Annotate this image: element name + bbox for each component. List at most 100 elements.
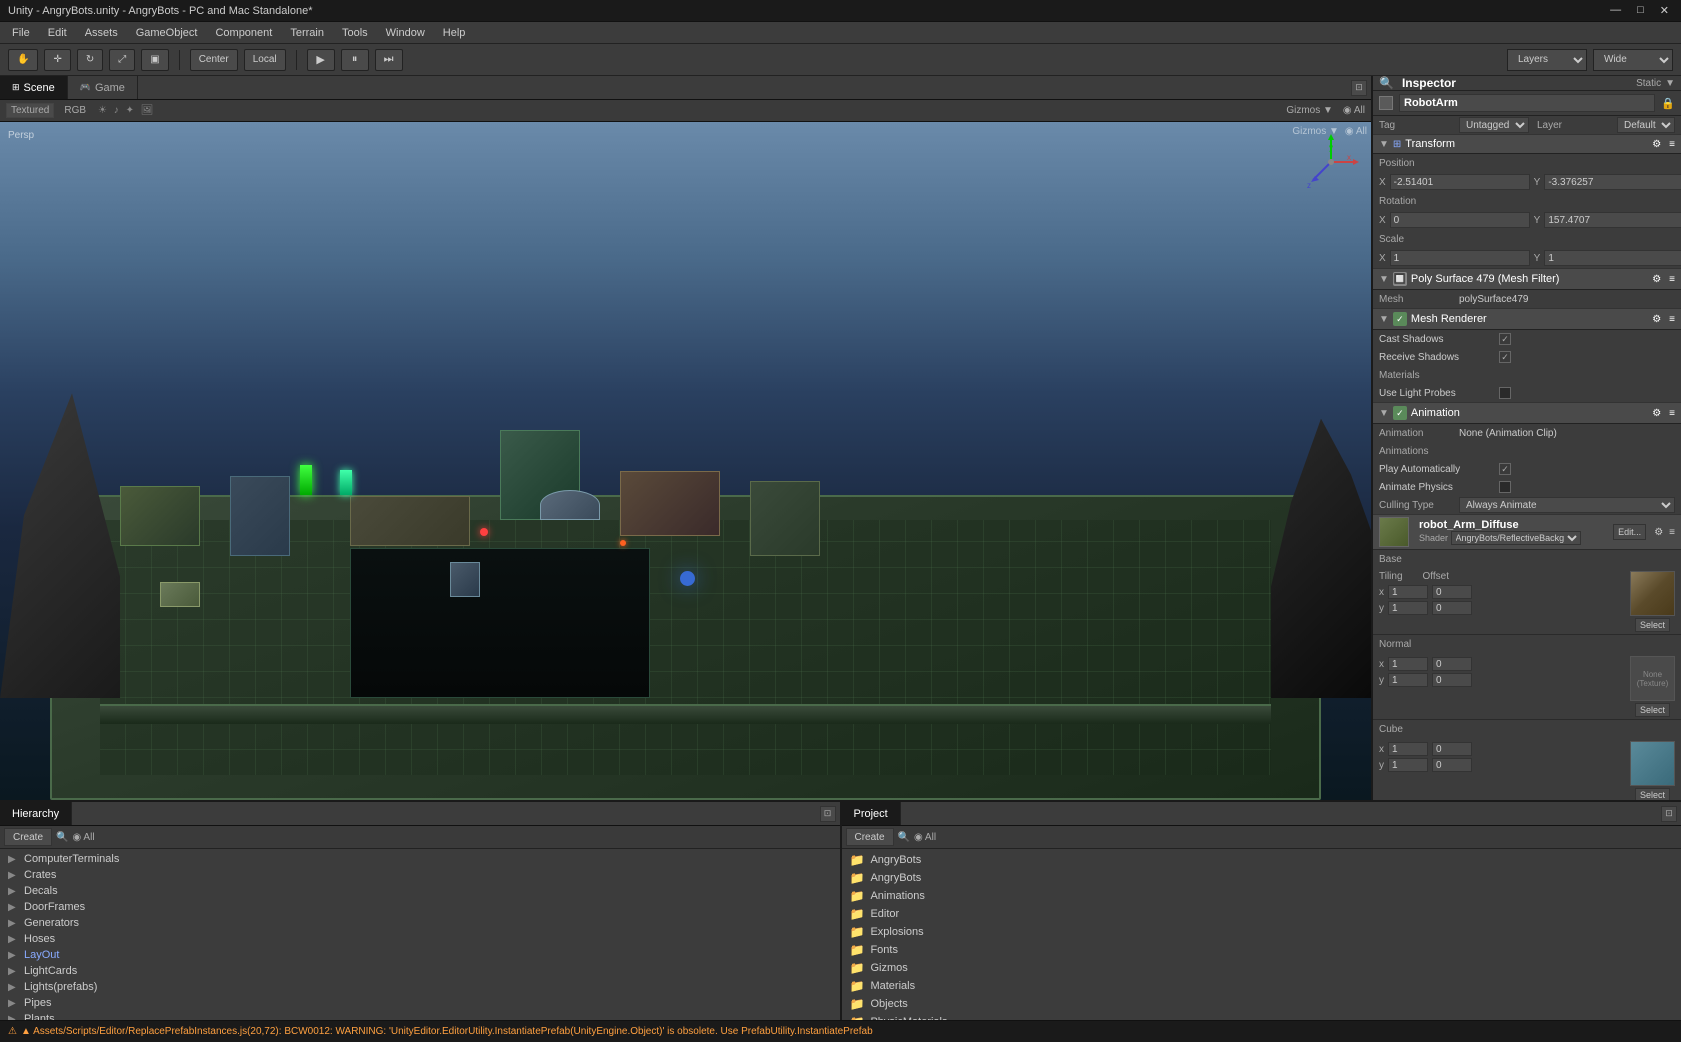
proj-item-objects[interactable]: 📁 Objects [842,995,1681,1013]
pos-x-input[interactable] [1390,174,1530,190]
proj-item-gizmos[interactable]: 📁 Gizmos [842,959,1681,977]
menu-window[interactable]: Window [378,25,433,41]
image-icon[interactable]: 🖼 [139,105,156,116]
base-tile-x[interactable] [1388,585,1428,599]
culling-select[interactable]: Always Animate [1459,497,1675,513]
layers-dropdown[interactable]: Layers [1507,49,1587,71]
render-mode[interactable]: Textured [6,103,54,118]
rotate-tool[interactable]: ↻ [77,49,103,71]
rgb-mode[interactable]: RGB [64,105,86,116]
menu-gameobject[interactable]: GameObject [128,25,206,41]
play-auto-checkbox[interactable] [1499,463,1511,475]
base-texture-thumb[interactable] [1630,571,1675,616]
menu-file[interactable]: File [4,25,38,41]
cube-tile-y[interactable] [1388,758,1428,772]
project-all-btn[interactable]: ◉ All [914,832,936,843]
hier-item-lightcards[interactable]: ▶ LightCards [0,963,840,979]
mesh-filter-gear[interactable]: ⚙ [1652,274,1661,285]
base-off-x[interactable] [1432,585,1472,599]
hier-item-lights[interactable]: ▶ Lights(prefabs) [0,979,840,995]
project-maximize[interactable]: ⊡ [1661,806,1677,822]
mesh-filter-options[interactable]: ≡ [1669,274,1675,285]
static-dropdown-icon[interactable]: ▼ [1665,78,1675,89]
proj-item-physmaterials[interactable]: 📁 PhysicMaterials [842,1013,1681,1020]
maximize-icon[interactable]: □ [1633,4,1648,17]
move-tool[interactable]: ✛ [44,49,70,71]
cube-texture-thumb[interactable] [1630,741,1675,786]
menu-component[interactable]: Component [207,25,280,41]
menu-tools[interactable]: Tools [334,25,376,41]
normal-off-y[interactable] [1432,673,1472,687]
material-gear[interactable]: ⚙ [1654,527,1663,538]
proj-item-angrybots1[interactable]: 📁 AngryBots [842,851,1681,869]
pause-button[interactable]: ⏸ [341,49,369,71]
hier-item-doorframes[interactable]: ▶ DoorFrames [0,899,840,915]
hierarchy-maximize[interactable]: ⊡ [820,806,836,822]
hier-item-plants[interactable]: ▶ Plants [0,1011,840,1020]
normal-texture-thumb[interactable]: None(Texture) [1630,656,1675,701]
menu-help[interactable]: Help [435,25,474,41]
mesh-renderer-header[interactable]: ▼ ✓ Mesh Renderer ⚙ ≡ [1373,308,1681,330]
menu-assets[interactable]: Assets [77,25,126,41]
close-icon[interactable]: ✕ [1656,4,1673,17]
hier-item-crates[interactable]: ▶ Crates [0,867,840,883]
transform-header[interactable]: ▼ ⊞ Transform ⚙ ≡ [1373,134,1681,154]
animation-header[interactable]: ▼ ✓ Animation ⚙ ≡ [1373,402,1681,424]
hier-item-hoses[interactable]: ▶ Hoses [0,931,840,947]
animation-options[interactable]: ≡ [1669,408,1675,419]
tag-select[interactable]: Untagged [1459,117,1529,133]
cube-off-y[interactable] [1432,758,1472,772]
layout-dropdown[interactable]: Wide [1593,49,1673,71]
tab-scene[interactable]: ⊞ Scene [0,76,68,99]
hand-tool[interactable]: ✋ [8,49,38,71]
rot-y-input[interactable] [1544,212,1681,228]
tab-project[interactable]: Project [842,802,901,825]
scale-x-input[interactable] [1390,250,1530,266]
layer-select[interactable]: Default [1617,117,1675,133]
proj-item-materials[interactable]: 📁 Materials [842,977,1681,995]
local-button[interactable]: Local [244,49,286,71]
hier-item-decals[interactable]: ▶ Decals [0,883,840,899]
hier-item-generators[interactable]: ▶ Generators [0,915,840,931]
tab-game[interactable]: 🎮 Game [68,76,138,99]
animation-gear[interactable]: ⚙ [1652,408,1661,419]
normal-tile-x[interactable] [1388,657,1428,671]
proj-item-angrybots2[interactable]: 📁 AngryBots [842,869,1681,887]
hier-item-pipes[interactable]: ▶ Pipes [0,995,840,1011]
all-btn[interactable]: ◉ All [1343,105,1365,116]
scale-y-input[interactable] [1544,250,1681,266]
hierarchy-create-btn[interactable]: Create [4,828,52,846]
scene-maximize[interactable]: ⊡ [1351,80,1367,96]
cube-tile-x[interactable] [1388,742,1428,756]
mesh-filter-header[interactable]: ▼ 🔲 Poly Surface 479 (Mesh Filter) ⚙ ≡ [1373,268,1681,290]
cast-shadows-checkbox[interactable] [1499,333,1511,345]
menu-edit[interactable]: Edit [40,25,75,41]
menu-terrain[interactable]: Terrain [282,25,332,41]
object-name-input[interactable] [1399,94,1655,112]
object-active-checkbox[interactable] [1379,96,1393,110]
normal-off-x[interactable] [1432,657,1472,671]
proj-item-editor[interactable]: 📁 Editor [842,905,1681,923]
scale-tool[interactable]: ⤢ [109,49,135,71]
play-button[interactable]: ▶ [307,49,335,71]
tab-hierarchy[interactable]: Hierarchy [0,802,72,825]
base-tile-y[interactable] [1388,601,1428,615]
mesh-renderer-options[interactable]: ≡ [1669,314,1675,325]
center-button[interactable]: Center [190,49,238,71]
light-probes-checkbox[interactable] [1499,387,1511,399]
proj-item-animations[interactable]: 📁 Animations [842,887,1681,905]
hier-item-computer-terminals[interactable]: ▶ ComputerTerminals [0,851,840,867]
hier-item-layout[interactable]: ▶ LayOut [0,947,840,963]
lock-icon[interactable]: 🔒 [1661,97,1675,110]
rot-x-input[interactable] [1390,212,1530,228]
effects-icon[interactable]: ✦ [124,105,136,116]
normal-tile-y[interactable] [1388,673,1428,687]
cube-select-btn[interactable]: Select [1635,788,1670,800]
transform-options[interactable]: ≡ [1669,139,1675,150]
audio-icon[interactable]: ♪ [112,105,121,116]
proj-item-explosions[interactable]: 📁 Explosions [842,923,1681,941]
animate-physics-checkbox[interactable] [1499,481,1511,493]
proj-item-fonts[interactable]: 📁 Fonts [842,941,1681,959]
material-edit-btn[interactable]: Edit... [1613,524,1646,540]
shader-select[interactable]: AngryBots/ReflectiveBackgroundArbitraryG [1451,531,1581,545]
